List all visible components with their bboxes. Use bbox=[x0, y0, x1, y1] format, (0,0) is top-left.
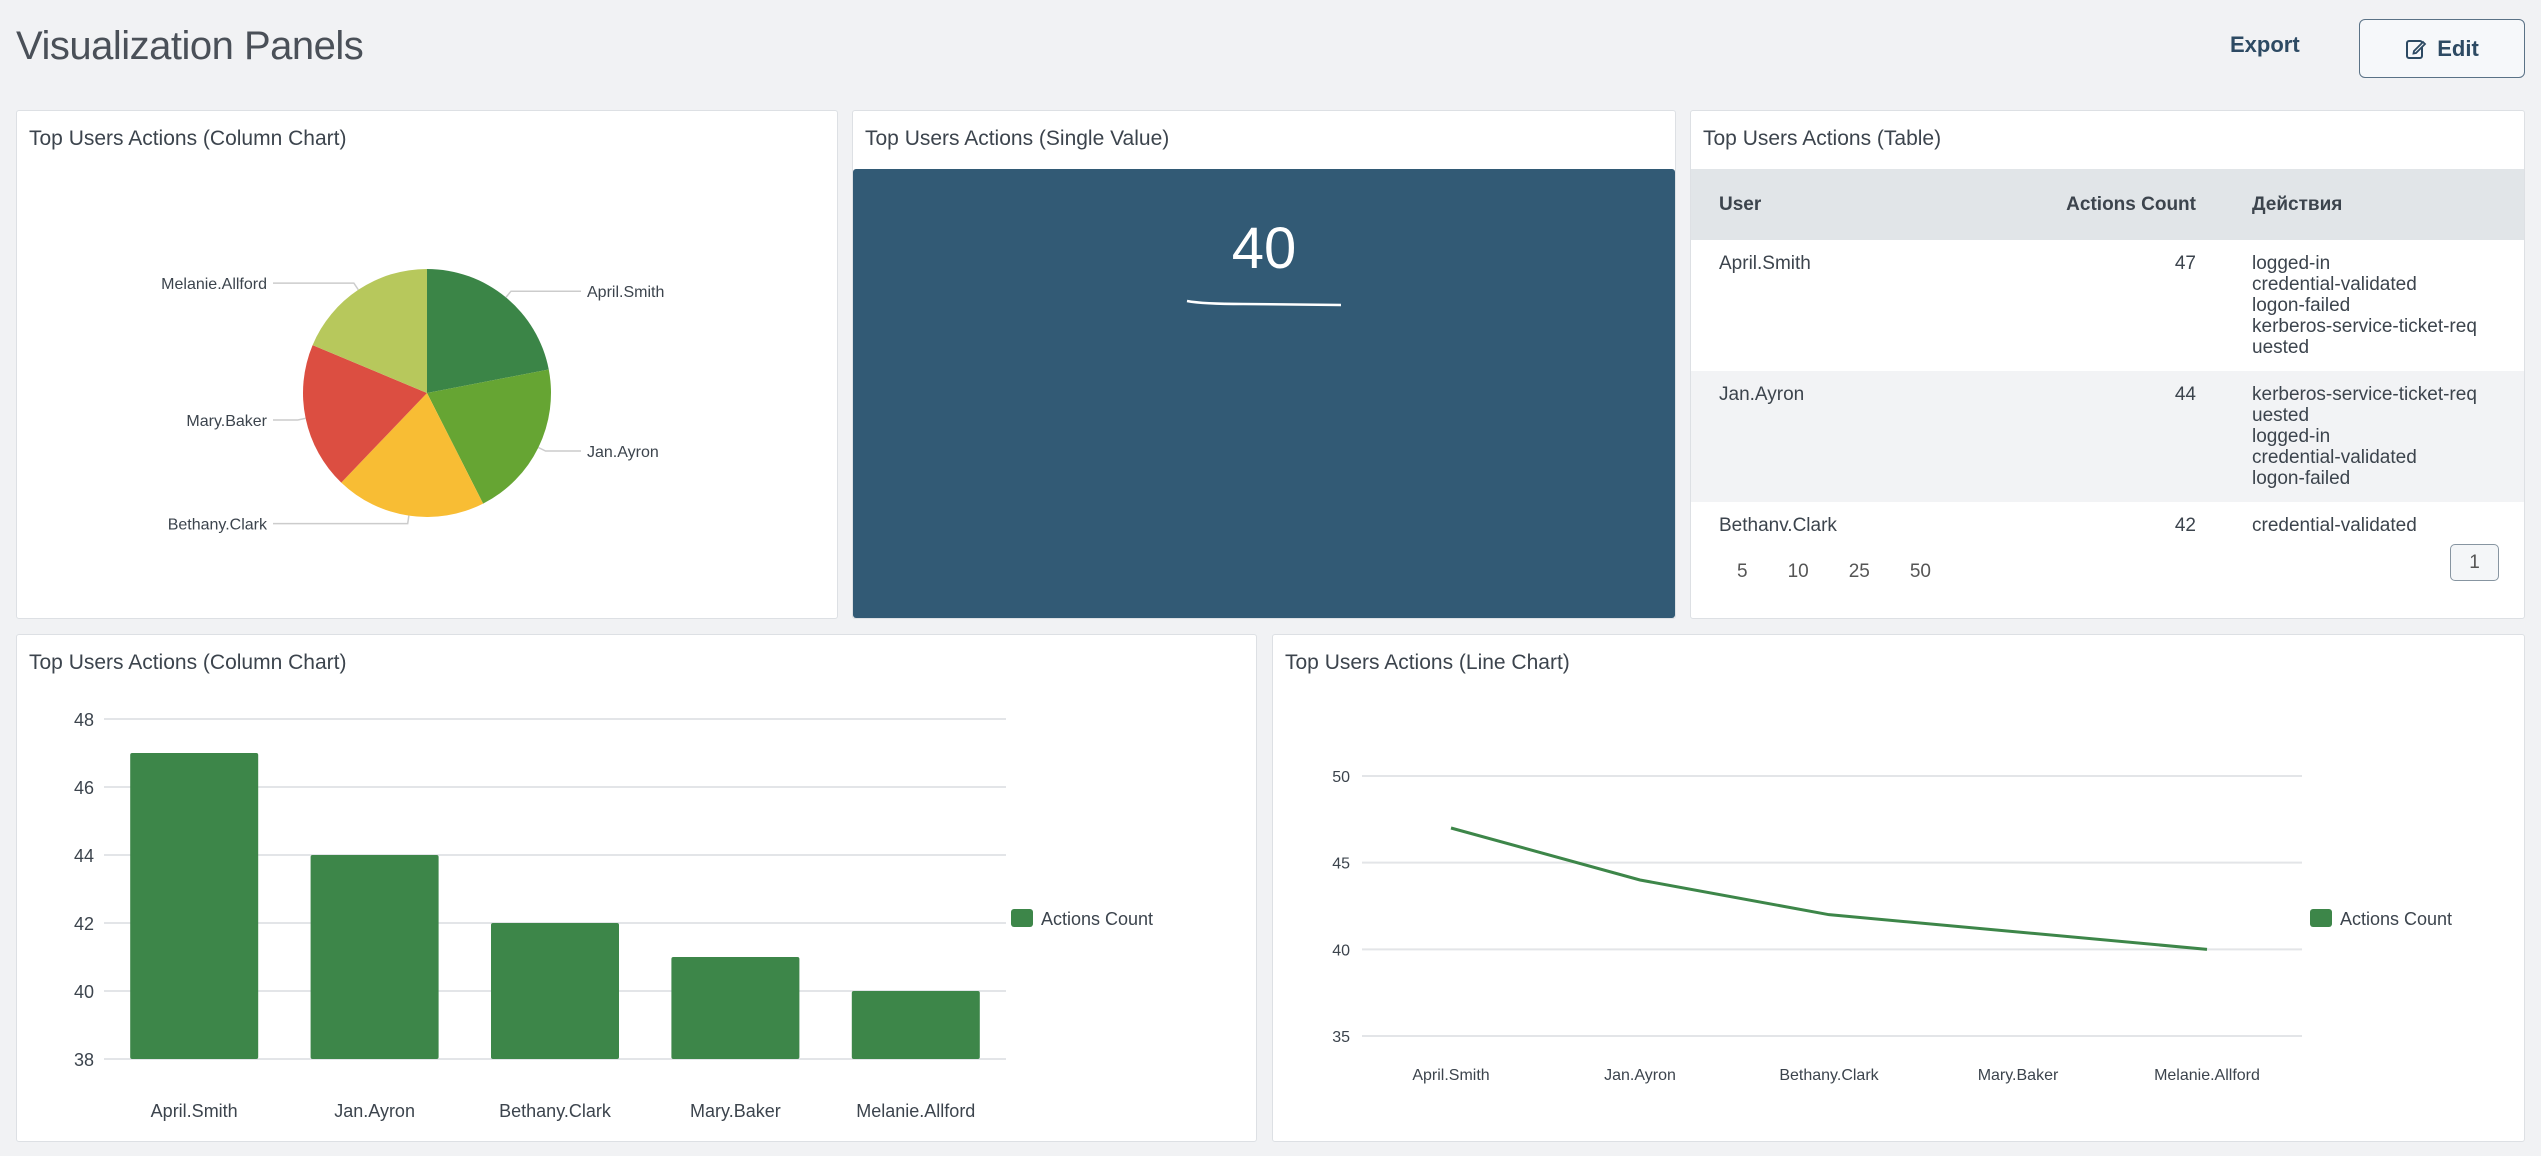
single-value: 40 bbox=[1231, 216, 1297, 281]
pie-leader-line bbox=[538, 446, 581, 452]
x-tick-label: Mary.Baker bbox=[690, 1101, 781, 1121]
column-chart-panel: Top Users Actions (Column Chart) 38 40 42 4… bbox=[16, 634, 1257, 1142]
pie-leader-line bbox=[273, 282, 359, 291]
page-title: Visualization Panels bbox=[16, 24, 364, 68]
pie-leader-line bbox=[273, 417, 306, 421]
line-chart-panel: Top Users Actions (Line Chart) 35 40 45 50 A… bbox=[1272, 634, 2525, 1142]
table-panel: Top Users Actions (Table) User Actions C… bbox=[1690, 110, 2525, 619]
bar bbox=[671, 957, 800, 1059]
table-row: April.Smith 47 logged-in credential-validat… bbox=[1691, 240, 2524, 371]
pie-label: Bethany.Clark bbox=[168, 517, 268, 534]
export-button[interactable]: Export bbox=[2230, 32, 2300, 58]
y-tick-label: 38 bbox=[74, 1050, 94, 1070]
edit-icon bbox=[2406, 39, 2427, 59]
series-line bbox=[1450, 826, 2208, 951]
pie-label: Mary.Baker bbox=[186, 413, 267, 430]
y-tick-label: 46 bbox=[74, 778, 94, 798]
y-tick-label: 48 bbox=[74, 710, 94, 730]
action-item: logon-failed bbox=[2252, 295, 2351, 316]
y-tick-label: 45 bbox=[1332, 856, 1350, 873]
pie-chart-panel: Top Users Actions (Column Chart) April.S… bbox=[16, 110, 838, 619]
action-item: logon-failed bbox=[2252, 468, 2351, 489]
pie-leader-line bbox=[505, 290, 581, 298]
legend-swatch bbox=[2310, 909, 2332, 927]
x-tick-label: April.Smith bbox=[1412, 1067, 1489, 1084]
edit-label: Edit bbox=[2437, 35, 2479, 61]
cell-count: 42 bbox=[2174, 515, 2196, 536]
column-chart: 38 40 42 44 46 48 April.Smith Jan.Ayron Bethany.… bbox=[74, 710, 1153, 1121]
column-header-actions[interactable]: Действия bbox=[2224, 169, 2524, 240]
bar bbox=[851, 991, 980, 1059]
legend-swatch bbox=[1011, 909, 1033, 927]
action-item: credential-validated bbox=[2252, 447, 2417, 468]
pie-label: Melanie.Allford bbox=[161, 276, 267, 293]
cell-user: Jan.Ayron bbox=[1691, 371, 1949, 502]
pie-chart: April.Smith Jan.Ayron Bethany.Clark Mary.Ba… bbox=[161, 269, 664, 534]
x-tick-label: Mary.Baker bbox=[1978, 1067, 2059, 1084]
pie-label: April.Smith bbox=[587, 284, 664, 301]
bar bbox=[130, 753, 259, 1059]
cell-actions: kerberos-service-ticket-req uested logged-… bbox=[2224, 371, 2524, 502]
page-button[interactable]: 1 bbox=[2450, 544, 2499, 581]
y-tick-label: 40 bbox=[1332, 942, 1350, 959]
edit-button[interactable]: Edit bbox=[2359, 19, 2525, 78]
x-tick-label: Melanie.Allford bbox=[856, 1101, 975, 1121]
line-chart: 35 40 45 50 April.Smith Jan.Ayron Bethany.Clar… bbox=[1332, 769, 2452, 1084]
x-tick-label: Jan.Ayron bbox=[1604, 1067, 1676, 1084]
x-tick-label: Melanie.Allford bbox=[2154, 1067, 2260, 1084]
bar bbox=[310, 855, 439, 1059]
bar bbox=[491, 923, 619, 1059]
cell-user: April.Smith bbox=[1719, 253, 1811, 274]
y-tick-label: 35 bbox=[1332, 1029, 1350, 1046]
page-size-option[interactable]: 5 bbox=[1737, 561, 1748, 583]
action-item: credential-validated bbox=[2252, 515, 2417, 536]
page-size-selector: 5 10 25 50 bbox=[1737, 561, 1931, 583]
column-header-user[interactable]: User bbox=[1691, 169, 1949, 240]
action-item: credential-validated bbox=[2252, 274, 2417, 295]
pie-leader-line bbox=[273, 515, 410, 525]
legend-label: Actions Count bbox=[1041, 909, 1153, 929]
page-size-option[interactable]: 10 bbox=[1788, 561, 1809, 583]
legend-label: Actions Count bbox=[2340, 909, 2452, 929]
x-tick-label: Bethany.Clark bbox=[1779, 1067, 1879, 1084]
panel-title: Top Users Actions (Single Value) bbox=[865, 127, 1170, 150]
action-item: logged-in bbox=[2252, 426, 2331, 447]
x-tick-label: Bethany.Clark bbox=[499, 1101, 612, 1121]
action-item: uested bbox=[2252, 337, 2310, 358]
column-header-count[interactable]: Actions Count bbox=[1948, 169, 2224, 240]
single-value-box: 40 bbox=[853, 169, 1675, 618]
pie-label: Jan.Ayron bbox=[587, 444, 659, 461]
y-tick-label: 42 bbox=[74, 914, 94, 934]
single-value-panel: Top Users Actions (Single Value) 40 bbox=[852, 110, 1676, 619]
page-size-option[interactable]: 50 bbox=[1910, 561, 1931, 583]
table-row: Jan.Ayron 44 kerberos-service-ticket-req ue… bbox=[1691, 371, 2524, 502]
cell-count: 44 bbox=[1948, 371, 2224, 502]
y-tick-label: 50 bbox=[1332, 769, 1350, 786]
cell-count: 47 bbox=[2174, 253, 2196, 274]
action-item: kerberos-service-ticket-req bbox=[2252, 316, 2477, 337]
action-item: kerberos-service-ticket-req bbox=[2252, 384, 2477, 405]
x-tick-label: April.Smith bbox=[151, 1101, 238, 1121]
cell-user: Bethanv.Clark bbox=[1719, 515, 1837, 536]
panel-title: Top Users Actions (Table) bbox=[1703, 127, 1942, 150]
action-item: uested bbox=[2252, 405, 2310, 426]
action-item: logged-in bbox=[2252, 253, 2331, 274]
table-row: Bethanv.Clark 42 credential-validated bbox=[1691, 502, 2524, 562]
y-tick-label: 44 bbox=[74, 846, 94, 866]
actions-table: User Actions Count Действия April.Smith 4… bbox=[1691, 169, 2524, 562]
cell-actions: logged-in credential-validated logon-faile… bbox=[2224, 240, 2524, 371]
page-size-option[interactable]: 25 bbox=[1849, 561, 1870, 583]
x-tick-label: Jan.Ayron bbox=[334, 1101, 415, 1121]
y-tick-label: 40 bbox=[74, 982, 94, 1002]
sparkline bbox=[1186, 299, 1342, 307]
